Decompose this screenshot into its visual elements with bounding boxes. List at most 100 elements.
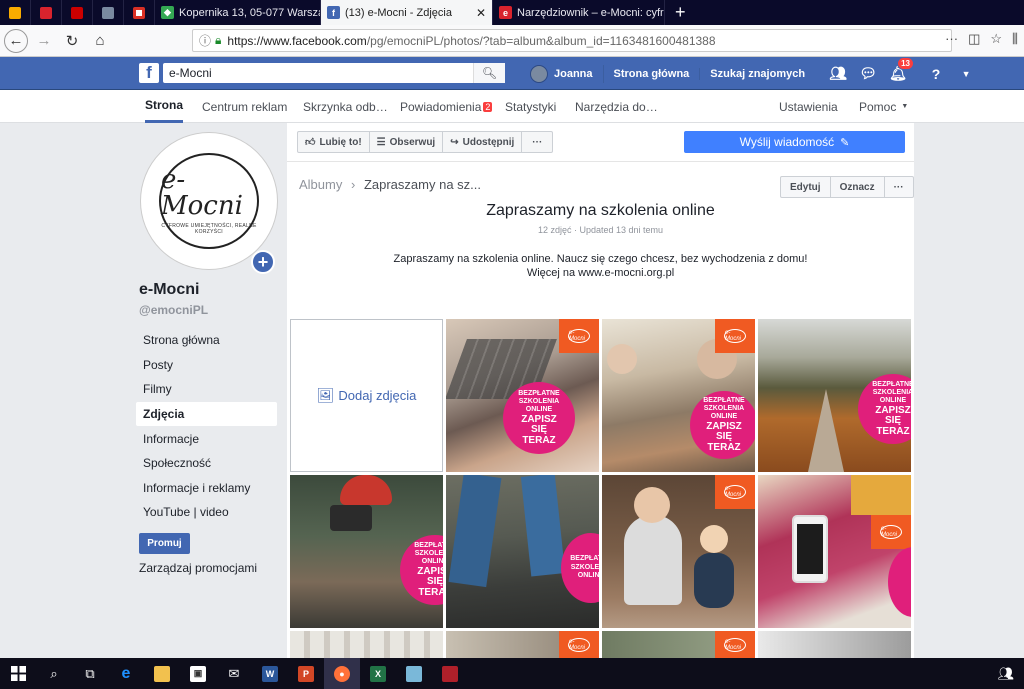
photo-thumbnail[interactable] <box>290 631 443 659</box>
nav-inbox[interactable]: Skrzynka odb… <box>303 90 388 123</box>
firefox-icon[interactable]: ● <box>324 658 360 689</box>
facebook-logo-icon[interactable]: f <box>139 63 159 83</box>
task-view-icon[interactable]: ⧉ <box>72 658 108 689</box>
home-link[interactable]: Strona główna <box>604 67 701 80</box>
facebook-header: f e-Mocni 🔍︎ Joanna Strona główna Szukaj… <box>0 57 1024 90</box>
photo-thumbnail[interactable]: e-Mocni <box>602 475 755 628</box>
manage-promotions-link[interactable]: Zarządzaj promocjami <box>139 561 257 575</box>
maps-icon: ◆ <box>161 6 174 19</box>
divider <box>287 161 914 162</box>
nav-ad-center[interactable]: Centrum reklam <box>202 90 287 123</box>
notifications-icon[interactable]: 🔔︎ 13 <box>889 57 914 82</box>
menu-posts[interactable]: Posty <box>136 353 277 378</box>
search-input[interactable]: e-Mocni 🔍︎ <box>163 63 505 83</box>
menu-videos[interactable]: Filmy <box>136 377 277 402</box>
tab-narzedziownik[interactable]: e Narzędziownik – e-Mocni: cyfr ✕ <box>493 0 665 25</box>
store-icon[interactable]: ▣ <box>180 658 216 689</box>
album-more-button[interactable]: ··· <box>885 177 913 197</box>
menu-home[interactable]: Strona główna <box>136 328 277 353</box>
tag-button[interactable]: Oznacz <box>831 177 885 197</box>
nav-publishing-tools[interactable]: Narzędzia do… <box>575 90 658 123</box>
promo-big-text: ZAPISZ SIĘ TERAZ <box>521 413 557 446</box>
menu-about[interactable]: Informacje <box>136 426 277 451</box>
profile-link[interactable]: Joanna <box>520 64 604 83</box>
search-icon[interactable]: ⌕ <box>36 658 72 689</box>
nav-settings[interactable]: Ustawienia <box>779 90 838 123</box>
url-field[interactable]: ⓘ 🔒︎ https://www.facebook.com/pg/emocniP… <box>192 29 952 52</box>
profile-picture[interactable]: e-Mocni CYFROWE UMIEJĘTNOŚCI, REALNE KOR… <box>141 133 277 274</box>
url-host: https://www.facebook.com <box>227 33 367 48</box>
photo-thumbnail[interactable]: e-Mocni <box>602 631 755 659</box>
tab-maps[interactable]: ◆ Kopernika 13, 05-077 Warszaw <box>155 0 321 25</box>
nav-page[interactable]: Strona <box>145 90 184 123</box>
photo-thumbnail[interactable]: BEZPŁATNE SZKOLENIA ONLINE ZAPISZ SIĘ TE… <box>758 319 911 472</box>
excel-icon[interactable]: X <box>360 658 396 689</box>
more-actions-button[interactable]: ··· <box>522 132 552 152</box>
photo-thumbnail[interactable]: e-Mocni BEZPŁATNE SZKOLENIA ONLINE ZAPIS… <box>602 319 755 472</box>
windows-taskbar: ⌕ ⧉ e ▣ ✉ W P ● X 👥︎ <box>0 658 1024 689</box>
nav-insights[interactable]: Statystyki <box>505 90 556 123</box>
brand-ribbon: e-Mocni <box>715 319 755 353</box>
tab-facebook[interactable]: f (13) e-Mocni - Zdjęcia ✕ <box>321 0 493 25</box>
like-button[interactable]: 👍︎ Lubię to! <box>298 132 370 152</box>
menu-info-ads[interactable]: Informacje i reklamy <box>136 476 277 501</box>
share-button[interactable]: ↪ Udostępnij <box>443 132 523 152</box>
powerpoint-icon[interactable]: P <box>288 658 324 689</box>
pocket-icon[interactable]: ◫ <box>968 31 980 47</box>
info-icon[interactable]: ⓘ <box>199 32 211 49</box>
photo-thumbnail[interactable]: BEZPŁATNE SZKOLENIA ONLINE ZAPISZ SIĘ TE… <box>290 475 443 628</box>
menu-youtube[interactable]: YouTube | video <box>136 500 277 525</box>
user-name: Joanna <box>554 67 593 80</box>
pinned-tab-emocni[interactable] <box>31 0 62 25</box>
follow-button[interactable]: ☰ Obserwuj <box>370 132 444 152</box>
mail-icon[interactable]: ✉ <box>216 658 252 689</box>
photo-thumbnail[interactable]: BEZPŁATNE SZKOLENIA ONLINE <box>446 475 599 628</box>
share-label: Udostępnij <box>462 136 515 148</box>
page-actions-icon[interactable]: ··· <box>945 31 958 47</box>
bookmark-star-icon[interactable]: ☆ <box>990 31 1002 47</box>
page-name[interactable]: e-Mocni <box>139 281 199 299</box>
new-tab-button[interactable]: + <box>665 0 696 25</box>
find-friends-link[interactable]: Szukaj znajomych <box>700 68 815 80</box>
menu-community[interactable]: Społeczność <box>136 451 277 476</box>
reload-button[interactable]: ↻ <box>60 29 84 53</box>
pinned-tab-wo[interactable] <box>62 0 93 25</box>
messenger-icon[interactable]: 💬︎ <box>859 65 877 82</box>
close-tab-icon[interactable]: ✕ <box>470 6 486 20</box>
home-button[interactable]: ⌂ <box>88 29 112 53</box>
pinned-tab-analytics[interactable] <box>0 0 31 25</box>
word-icon[interactable]: W <box>252 658 288 689</box>
photo-thumbnail[interactable]: e-Mocni <box>446 631 599 659</box>
add-photos-tile[interactable]: 🖼︎ Dodaj zdjęcia <box>290 319 443 472</box>
pinned-tab-gmail[interactable] <box>124 0 155 25</box>
add-profile-photo-icon[interactable]: + <box>251 250 275 274</box>
edge-icon[interactable]: e <box>108 658 144 689</box>
photo-thumbnail[interactable]: e-Mocni BEZPŁATNE SZKOLENIA ONLINE ZAPIS… <box>446 319 599 472</box>
people-icon[interactable]: 👥︎ <box>988 658 1024 689</box>
edit-button[interactable]: Edytuj <box>781 177 831 197</box>
nav-notifications[interactable]: Powiadomienia 2 <box>400 90 493 123</box>
promote-button[interactable]: Promuj <box>139 533 190 554</box>
forward-button[interactable]: → <box>32 29 56 53</box>
help-icon[interactable]: ? <box>927 66 945 82</box>
app-icon[interactable] <box>396 658 432 689</box>
page-handle[interactable]: @emocniPL <box>139 303 208 317</box>
toolbar-icons: ··· ◫ ☆ ⫼ <box>945 31 1018 47</box>
file-explorer-icon[interactable] <box>144 658 180 689</box>
search-icon[interactable]: 🔍︎ <box>473 63 505 83</box>
friends-icon[interactable]: 👥︎ <box>829 65 847 82</box>
account-menu-icon[interactable]: ▼ <box>957 69 975 79</box>
photo-thumbnail[interactable]: e-Mocni <box>758 475 911 628</box>
menu-photos[interactable]: Zdjęcia <box>136 401 277 427</box>
photo-thumbnail[interactable] <box>758 631 911 659</box>
album-meta: 12 zdjęć · Updated 13 dni temu <box>537 225 664 235</box>
breadcrumb-albums[interactable]: Albumy <box>299 177 342 192</box>
pinned-tab-save[interactable] <box>93 0 124 25</box>
library-icon[interactable]: ⫼ <box>1012 31 1018 47</box>
send-message-button[interactable]: Wyślij wiadomość ✎ <box>684 131 905 153</box>
nav-help[interactable]: Pomoc ▼ <box>859 90 908 123</box>
app-icon[interactable] <box>432 658 468 689</box>
back-button[interactable]: ← <box>4 28 28 53</box>
tab-title: (13) e-Mocni - Zdjęcia <box>345 6 452 19</box>
start-button[interactable] <box>0 658 36 689</box>
